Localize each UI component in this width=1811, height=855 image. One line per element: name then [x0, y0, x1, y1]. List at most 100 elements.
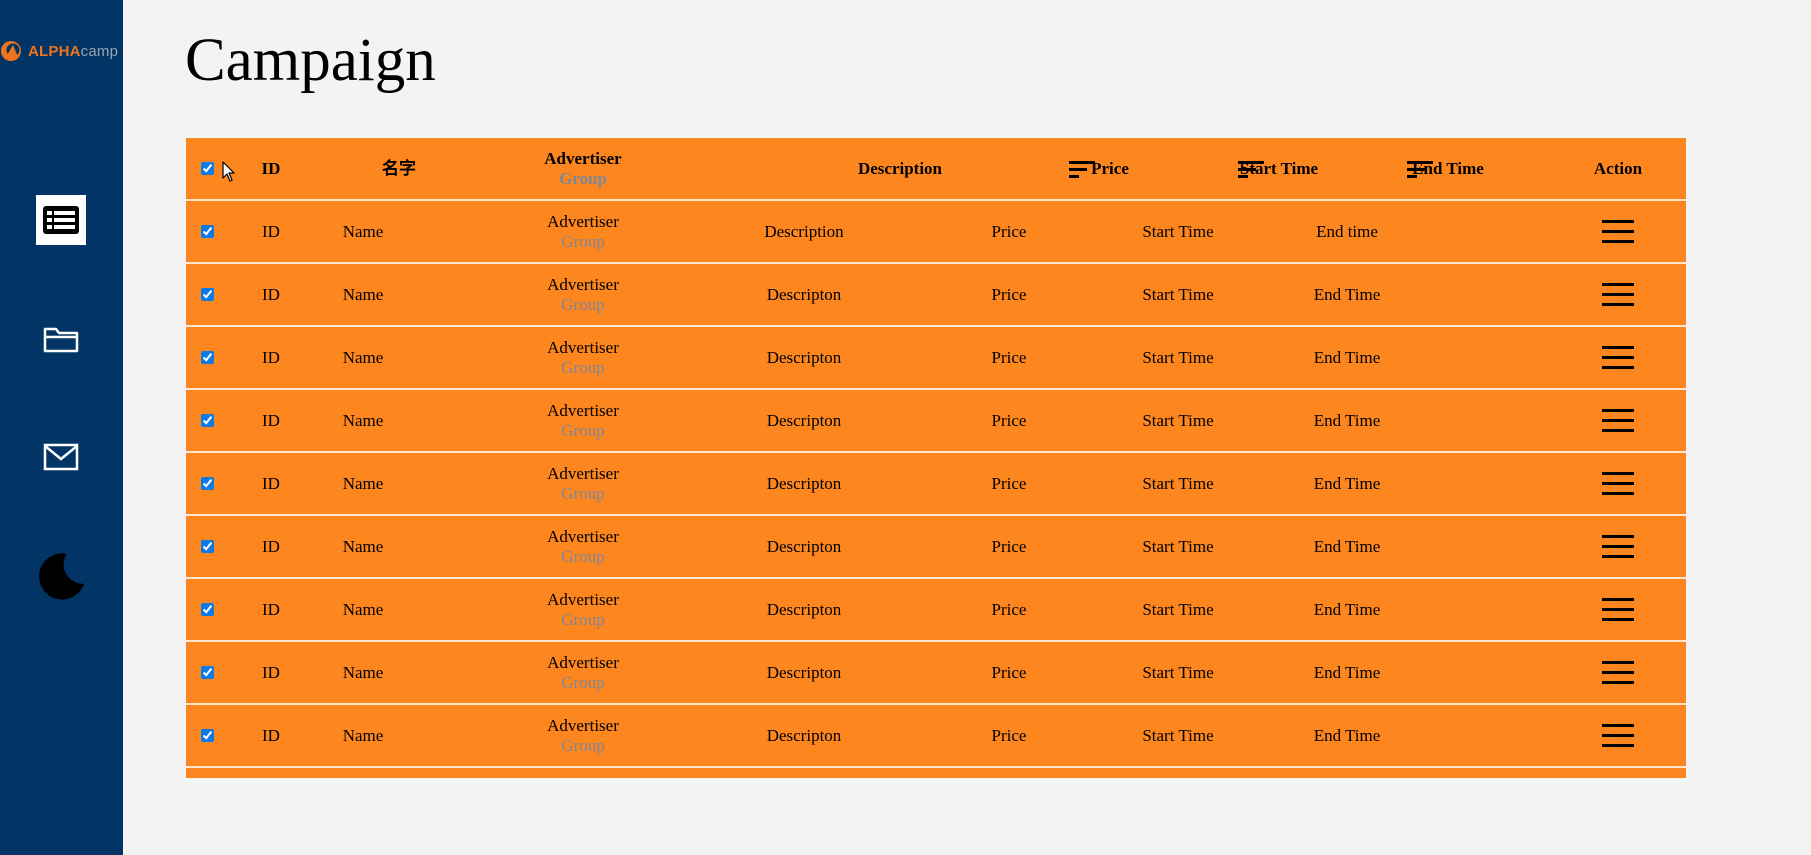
row-action-cell [1558, 642, 1678, 703]
table-row[interactable]: ID Name Descripton Price Start Time End Time A… [186, 327, 1686, 390]
row-select-cell [192, 264, 222, 325]
menu-icon[interactable] [1602, 471, 1634, 497]
table-row[interactable]: ID Name Descripton Price Start Time End Time A… [186, 390, 1686, 453]
table-header-row: ID 名字 Advertiser Group Description Price… [186, 138, 1686, 201]
cell-description: Descripton [766, 284, 842, 304]
menu-icon[interactable] [1602, 408, 1634, 434]
table-row[interactable]: ID Name Descripton Price Start Time End Time A… [186, 642, 1686, 705]
table-row[interactable]: Advertiser [186, 768, 1686, 778]
group-label: Group [561, 231, 605, 251]
menu-icon[interactable] [1602, 534, 1634, 560]
cell-id: ID [262, 662, 280, 682]
menu-icon[interactable] [1602, 345, 1634, 371]
table-row[interactable]: ID Name Descripton Price Start Time End Time A… [186, 264, 1686, 327]
menu-icon[interactable] [1602, 660, 1634, 686]
row-action-cell [1558, 579, 1678, 640]
cell-price: Price [991, 725, 1027, 745]
row-checkbox[interactable] [200, 729, 214, 742]
row-checkbox[interactable] [200, 288, 214, 301]
cell-description: Descripton [766, 536, 842, 556]
header-name[interactable]: 名字 [334, 138, 464, 199]
header-advertiser[interactable]: Advertiser Group [513, 138, 653, 199]
group-label: Group [561, 735, 605, 755]
header-id[interactable]: ID [241, 138, 301, 199]
sort-price-icon[interactable] [1069, 159, 1097, 179]
table-row[interactable]: ID Name Descripton Price Start Time End Time A… [186, 579, 1686, 642]
table-row[interactable]: ID Name Descripton Price Start Time End Time A… [186, 516, 1686, 579]
cell-start-time: Start Time [1142, 473, 1214, 493]
header-start-time[interactable]: Start Time [1209, 138, 1349, 199]
advertiser-label: Advertiser [547, 337, 619, 357]
table-icon [43, 206, 79, 234]
row-action-cell [1558, 705, 1678, 766]
cell-description: Descripton [766, 725, 842, 745]
row-action-cell [1558, 201, 1678, 262]
header-end-time[interactable]: End Time [1378, 138, 1518, 199]
group-label: Group [561, 294, 605, 314]
header-advertiser-label: Advertiser [544, 148, 622, 168]
row-checkbox[interactable] [200, 666, 214, 679]
cell-id: ID [262, 473, 280, 493]
brand-name: ALPHAcamp [28, 42, 119, 60]
sidebar-item-table[interactable] [36, 195, 86, 245]
cell-advertiser: Advertiser Group [513, 264, 653, 325]
select-all-checkbox[interactable] [200, 162, 214, 175]
alphacamp-logo-icon [1, 41, 21, 61]
group-label: Group [561, 420, 605, 440]
sidebar: ALPHAcamp [0, 0, 123, 855]
header-description[interactable]: Description [810, 138, 990, 199]
menu-icon[interactable] [1602, 597, 1634, 623]
row-action-cell [1558, 516, 1678, 577]
group-label: Group [561, 483, 605, 503]
cell-id [241, 768, 301, 778]
sidebar-item-folder[interactable] [36, 314, 86, 364]
cell-description: Descripton [766, 473, 842, 493]
menu-icon[interactable] [1602, 219, 1634, 245]
advertiser-label: Advertiser [547, 274, 619, 294]
cell-price: Price [991, 536, 1027, 556]
cell-name [298, 768, 428, 778]
cell-start-time: Start Time [1142, 410, 1214, 430]
cell-end-time: End Time [1313, 410, 1381, 430]
sort-end-time-icon[interactable] [1407, 159, 1435, 179]
sidebar-item-mail[interactable] [36, 432, 86, 482]
menu-icon[interactable] [1602, 723, 1634, 749]
row-action-cell [1558, 264, 1678, 325]
cell-end-time [1277, 768, 1417, 778]
table-row[interactable]: ID Name Descripton Price Start Time End Time A… [186, 705, 1686, 768]
row-checkbox[interactable] [200, 540, 214, 553]
cell-name: Name [342, 536, 384, 556]
row-action-cell [1558, 390, 1678, 451]
brand-logo[interactable]: ALPHAcamp [0, 37, 123, 65]
mail-icon [43, 443, 79, 471]
table-body: ID Name Description Price Start Time End time… [186, 201, 1686, 778]
cell-description: Descripton [766, 662, 842, 682]
row-checkbox[interactable] [200, 225, 214, 238]
cell-end-time: End Time [1313, 284, 1381, 304]
advertiser-label: Advertiser [547, 589, 619, 609]
mouse-cursor-icon [222, 161, 235, 182]
cell-id: ID [262, 725, 280, 745]
row-checkbox[interactable] [200, 351, 214, 364]
row-checkbox[interactable] [200, 603, 214, 616]
row-checkbox[interactable] [200, 477, 214, 490]
cell-end-time: End Time [1313, 725, 1381, 745]
row-checkbox[interactable] [200, 414, 214, 427]
table-row[interactable]: ID Name Descripton Price Start Time End Time A… [186, 453, 1686, 516]
advertiser-label: Advertiser [547, 526, 619, 546]
cell-start-time: Start Time [1142, 347, 1214, 367]
cell-price [964, 768, 1054, 778]
cell-id: ID [262, 599, 280, 619]
dark-mode-toggle[interactable] [36, 551, 86, 601]
cell-id: ID [262, 284, 280, 304]
menu-icon[interactable] [1602, 282, 1634, 308]
table-row[interactable]: ID Name Description Price Start Time End time… [186, 201, 1686, 264]
cell-advertiser: Advertiser Group [513, 390, 653, 451]
cell-price: Price [991, 347, 1027, 367]
cell-end-time: End Time [1313, 662, 1381, 682]
sort-start-time-icon[interactable] [1238, 159, 1266, 179]
group-label: Group [561, 357, 605, 377]
cell-price: Price [991, 221, 1027, 241]
cell-id: ID [262, 347, 280, 367]
select-all-cell [192, 138, 222, 199]
